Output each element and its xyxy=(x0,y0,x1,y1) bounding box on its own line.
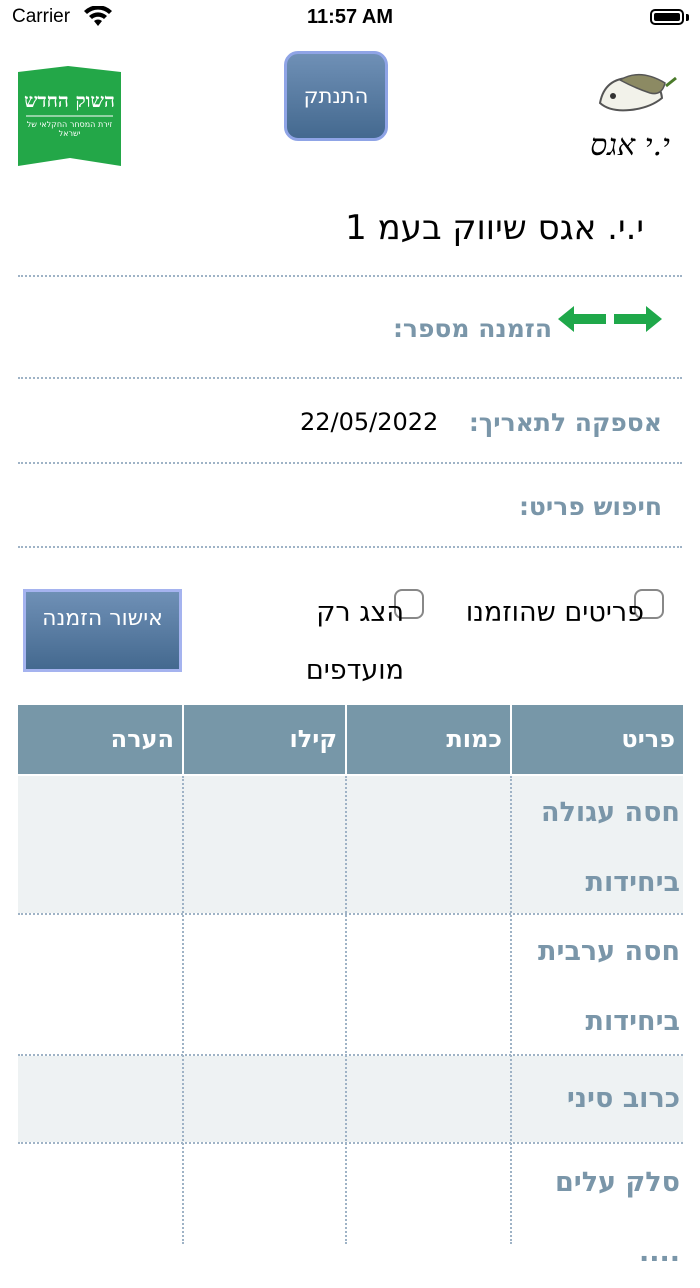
logout-button[interactable]: התנתק xyxy=(284,51,388,141)
item-name: כרוב סיני xyxy=(566,1083,680,1114)
pear-icon xyxy=(598,74,677,112)
market-logo: השוק החדש זירת המסחר החקלאי של ישראל xyxy=(18,66,121,169)
column-header-item: פריט xyxy=(512,705,683,774)
confirm-order-button[interactable]: אישור הזמנה xyxy=(23,589,182,672)
market-logo-title: השוק החדש xyxy=(24,90,115,112)
column-header-note: הערה xyxy=(18,705,182,774)
brand-logo: י.י אגס xyxy=(580,68,680,168)
row-divider xyxy=(18,1142,683,1144)
item-name: סלק עלים .... xyxy=(554,1167,680,1268)
divider xyxy=(18,377,682,379)
battery-tip xyxy=(686,14,689,21)
battery-icon xyxy=(650,9,684,25)
item-search-label: חיפוש פריט: xyxy=(518,492,662,521)
column-header-kilo: קילו xyxy=(184,705,345,774)
delivery-date-label: אספקה לתאריך: xyxy=(468,408,662,437)
prev-next-arrows-icon[interactable] xyxy=(558,304,662,334)
divider xyxy=(18,462,682,464)
column-divider xyxy=(345,776,347,1244)
item-name: חסה ערבית ביחידות xyxy=(538,936,680,1037)
clock: 11:57 AM xyxy=(307,6,393,28)
divider xyxy=(18,275,682,277)
brand-logo-text: י.י אגס xyxy=(590,128,670,163)
column-divider xyxy=(510,776,512,1244)
divider xyxy=(18,546,682,548)
market-logo-subtitle: זירת המסחר החקלאי של ישראל xyxy=(26,120,113,138)
column-divider xyxy=(182,776,184,1244)
ordered-items-label: פריטים שהוזמנו xyxy=(465,597,644,628)
item-name: חסה עגולה ביחידות xyxy=(540,797,680,898)
supplier-name: י.י. אגס שיווק בעמ 1 xyxy=(345,208,644,248)
favorites-only-label: הצג רק מועדפים xyxy=(305,597,404,686)
item-search-input[interactable] xyxy=(18,485,478,535)
column-header-quantity: כמות xyxy=(347,705,510,774)
order-number-label: הזמנה מספר: xyxy=(392,314,552,343)
delivery-date-value[interactable]: 22/05/2022 xyxy=(300,408,438,436)
